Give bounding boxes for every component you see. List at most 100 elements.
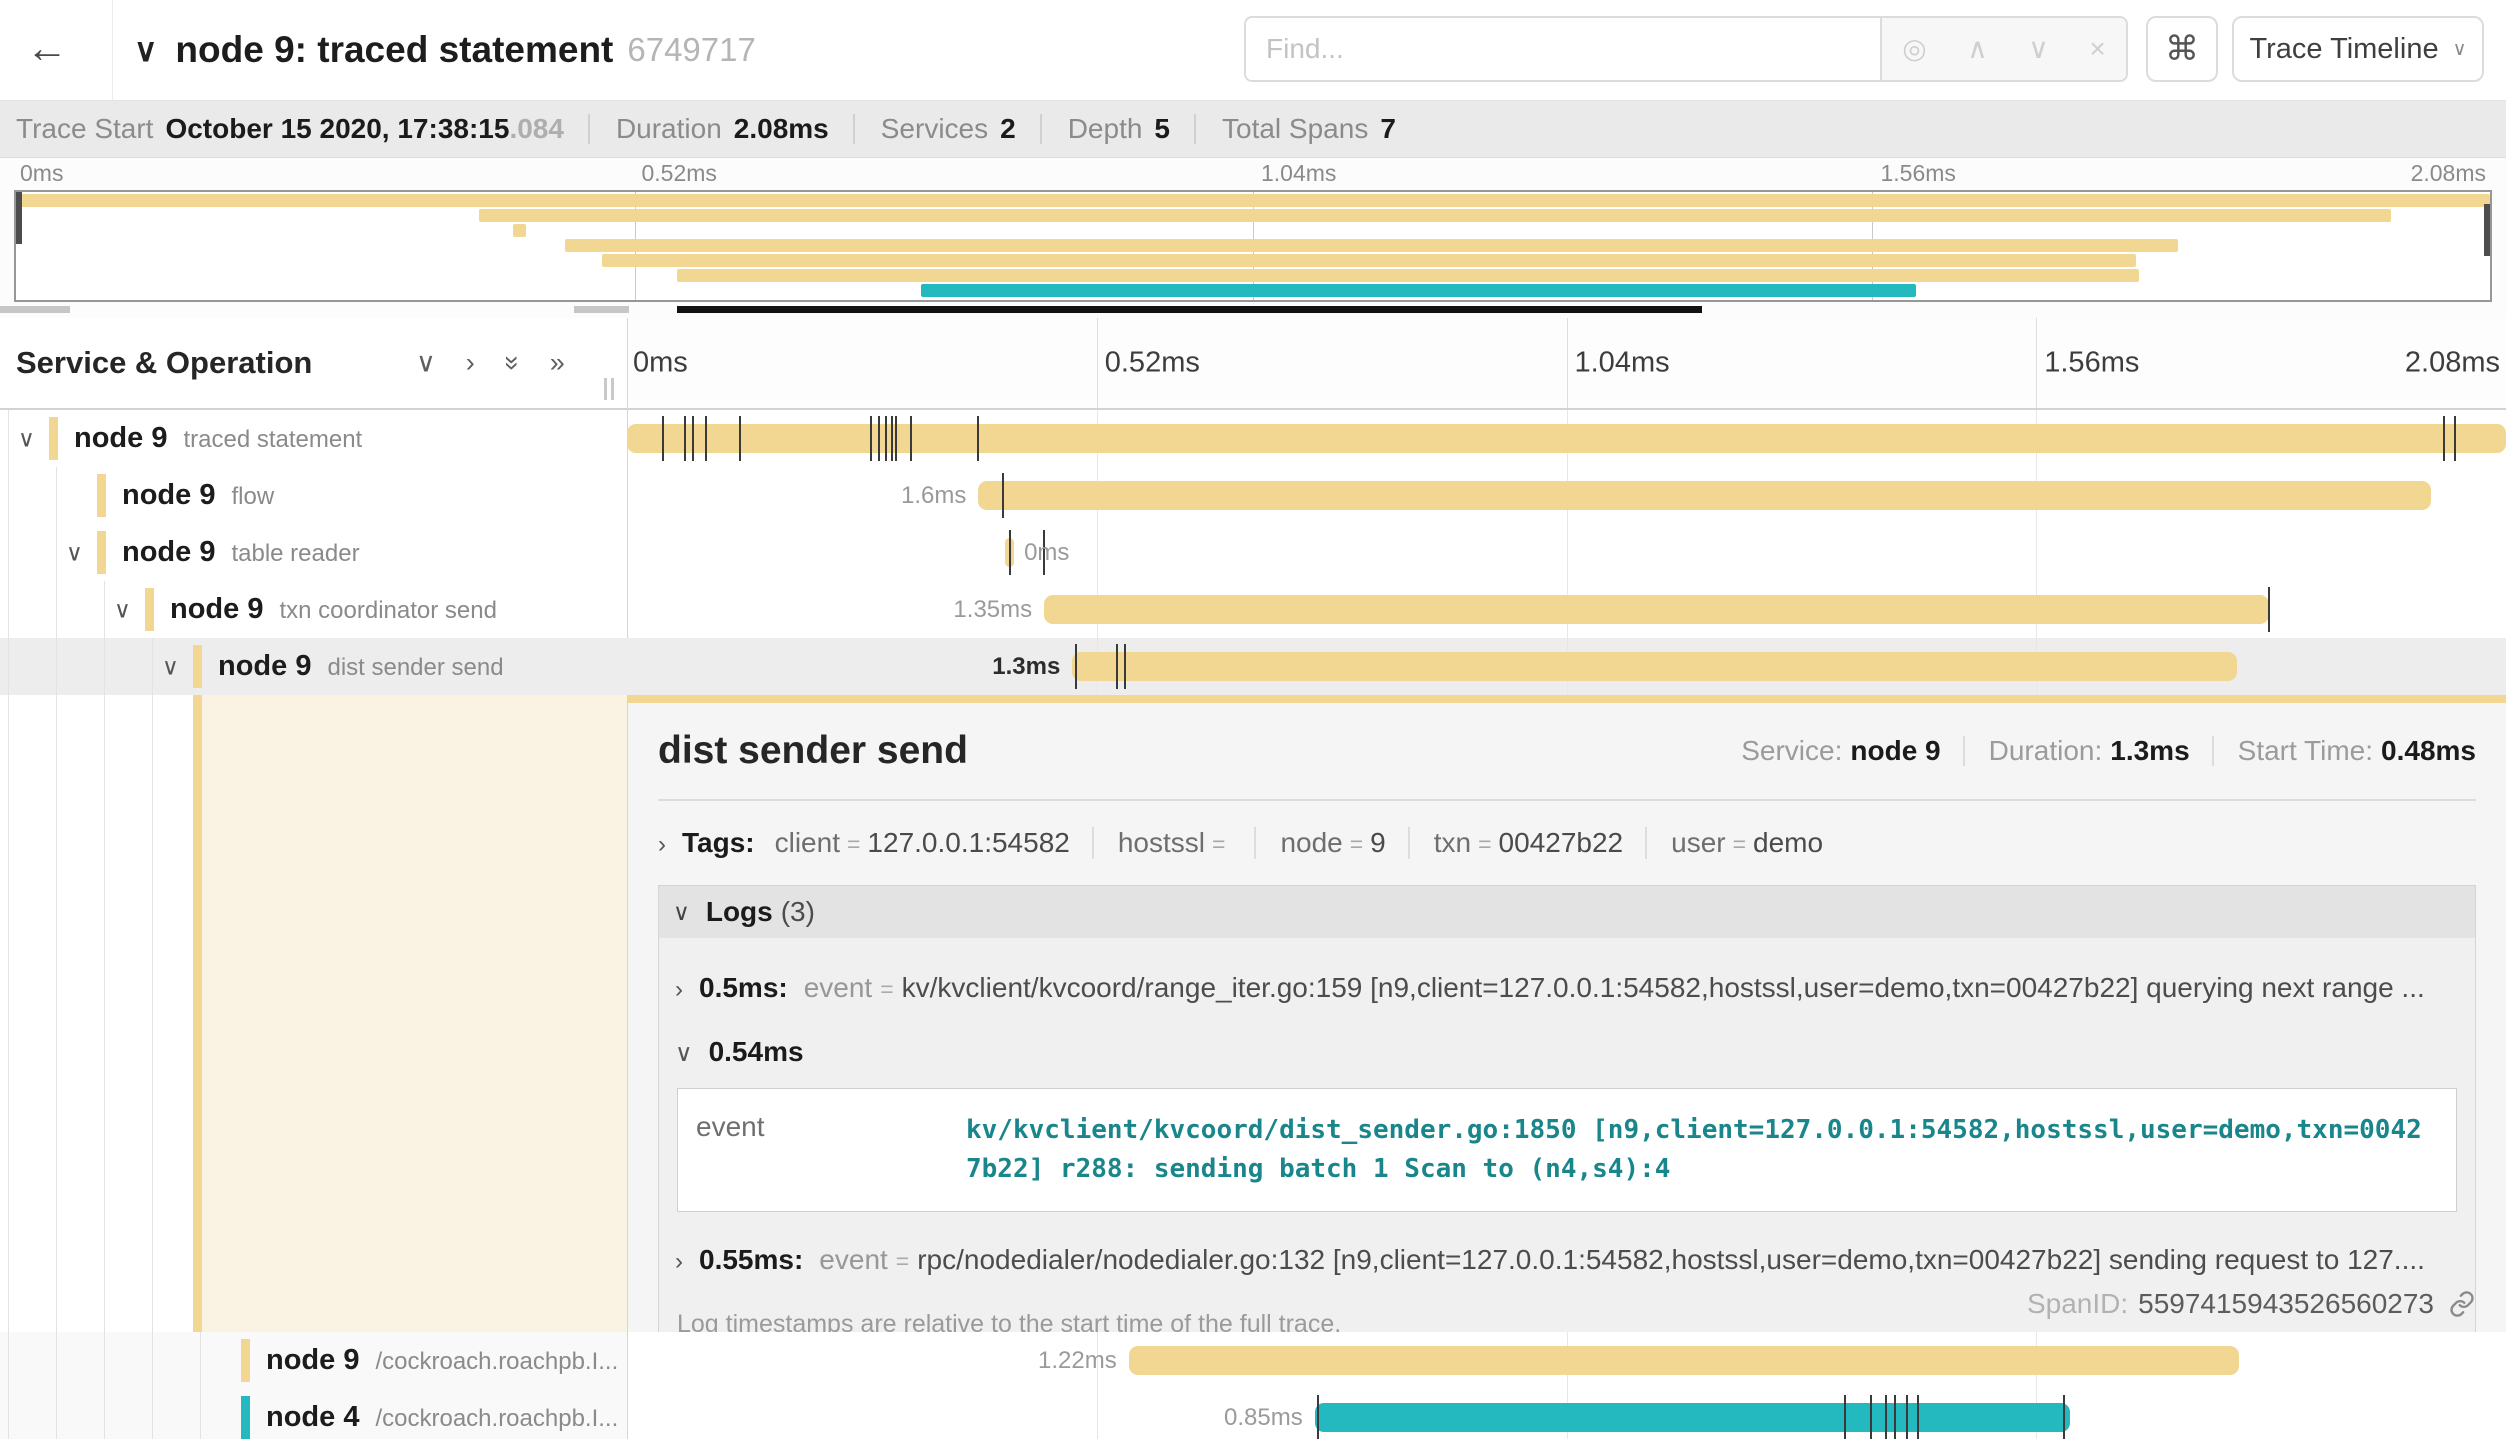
- log-tick-mark: [692, 416, 694, 461]
- scrollbar-segment[interactable]: [574, 306, 629, 313]
- log-expander-icon[interactable]: ›: [675, 1248, 683, 1276]
- match-target-icon[interactable]: ◎: [1902, 35, 1926, 63]
- expand-all-icon[interactable]: »: [550, 348, 565, 379]
- span-row[interactable]: ∨node 9table reader0ms: [0, 524, 2506, 581]
- tag-equals: =: [847, 831, 860, 857]
- span-collapse-icon[interactable]: ∨: [18, 427, 35, 450]
- log-entry[interactable]: › 0.55ms: event = rpc/nodedialer/nodedia…: [675, 1244, 2459, 1276]
- prev-match-icon[interactable]: ∧: [1967, 35, 1988, 63]
- minimap-row: [16, 193, 2490, 208]
- logs-header[interactable]: ∨ Logs (3): [659, 886, 2475, 938]
- log-expander-icon[interactable]: ∨: [675, 1039, 693, 1068]
- span-duration-bar[interactable]: [978, 481, 2430, 510]
- summary-item-value: 5: [1154, 114, 1170, 144]
- time-axis-label: 0.52ms: [642, 160, 717, 187]
- operation-name: dist sender send: [327, 654, 503, 681]
- span-row-timeline-cell[interactable]: 0ms: [627, 524, 2506, 581]
- expand-one-icon[interactable]: ›: [466, 348, 475, 379]
- span-row[interactable]: ∨node 9txn coordinator send1.35ms: [0, 581, 2506, 638]
- span-row[interactable]: ∨node 9traced statement: [0, 410, 2506, 467]
- indent-guide: [104, 1332, 105, 1389]
- span-row[interactable]: node 9/cockroach.roachpb.I... 1.22ms: [0, 1332, 2506, 1389]
- tag-value: 00427b22: [1499, 827, 1624, 858]
- tags-expander-icon[interactable]: ›: [658, 831, 666, 859]
- span-collapse-icon[interactable]: ∨: [162, 655, 179, 678]
- span-row[interactable]: ∨ node 9 dist sender send 1.3ms: [0, 638, 2506, 695]
- tag-value: demo: [1753, 827, 1823, 858]
- span-row-name-cell[interactable]: ∨node 9txn coordinator send: [0, 581, 627, 638]
- log-timestamp: 0.54ms: [709, 1036, 804, 1068]
- span-row-name-cell[interactable]: ∨node 9table reader: [0, 524, 627, 581]
- indent-guide: [8, 524, 9, 581]
- scrollbar-segment[interactable]: [677, 306, 1702, 313]
- log-entry-expanded-header[interactable]: ∨ 0.54ms: [675, 1036, 2459, 1068]
- log-tick-mark: [1870, 1395, 1872, 1439]
- summary-item: Services2: [853, 114, 1016, 144]
- header-divider: [112, 0, 113, 100]
- log-kv-key: event: [696, 1111, 966, 1189]
- span-row-name-cell[interactable]: node 9/cockroach.roachpb.I...: [0, 1332, 627, 1389]
- link-icon[interactable]: [2448, 1290, 2476, 1318]
- span-detail-indent-column: [0, 695, 627, 1332]
- span-row-name-cell[interactable]: ∨node 9traced statement: [0, 410, 627, 467]
- timeline-axis-header: 0ms0.52ms1.04ms1.56ms2.08ms: [627, 318, 2506, 408]
- service-color-chip: [241, 1339, 250, 1382]
- back-arrow-icon[interactable]: ←: [26, 24, 68, 72]
- indent-guide: [104, 638, 105, 695]
- log-tick-mark: [1002, 473, 1004, 518]
- collapse-one-icon[interactable]: ∨: [416, 348, 436, 379]
- trace-collapse-icon[interactable]: ∨: [134, 31, 157, 69]
- span-row-timeline-cell[interactable]: 1.22ms: [627, 1332, 2506, 1389]
- collapse-all-icon[interactable]: »: [497, 355, 528, 370]
- meta-label: Duration:: [1989, 735, 2103, 766]
- span-row[interactable]: node 4/cockroach.roachpb.I...0.85ms: [0, 1389, 2506, 1439]
- summary-item-label: Trace Start: [16, 114, 153, 144]
- tag-key: node: [1280, 827, 1342, 858]
- minimap-canvas[interactable]: [14, 190, 2492, 302]
- span-row-timeline-cell[interactable]: 1.3ms: [627, 638, 2506, 695]
- tag-equals: =: [1733, 831, 1746, 857]
- span-row-name-cell[interactable]: node 4/cockroach.roachpb.I...: [0, 1389, 627, 1439]
- span-duration-bar[interactable]: [1044, 595, 2269, 624]
- span-row[interactable]: node 9flow1.6ms: [0, 467, 2506, 524]
- column-resizer-handle[interactable]: [604, 378, 614, 400]
- tags-row[interactable]: › Tags: client=127.0.0.1:54582hostssl=no…: [658, 827, 2476, 859]
- span-duration-label: 1.22ms: [1038, 1347, 1117, 1375]
- log-entry[interactable]: › 0.5ms: event = kv/kvclient/kvcoord/ran…: [675, 972, 2459, 1004]
- span-row-timeline-cell[interactable]: 1.6ms: [627, 467, 2506, 524]
- logs-body: › 0.5ms: event = kv/kvclient/kvcoord/ran…: [659, 938, 2475, 1332]
- minimap-scrollbar[interactable]: [0, 306, 2506, 314]
- view-select-button[interactable]: Trace Timeline ∨: [2232, 16, 2484, 82]
- log-tick-mark: [1075, 644, 1077, 689]
- span-row-timeline-cell[interactable]: 1.35ms: [627, 581, 2506, 638]
- indent-guide: [152, 1332, 153, 1389]
- span-row-name-cell[interactable]: node 9flow: [0, 467, 627, 524]
- span-collapse-icon[interactable]: ∨: [114, 598, 131, 621]
- minimap-left-drag-handle[interactable]: [16, 192, 22, 244]
- minimap-right-drag-handle[interactable]: [2484, 204, 2490, 256]
- tag-equals: =: [1212, 831, 1225, 857]
- log-tick-mark: [1124, 644, 1126, 689]
- log-expander-icon[interactable]: ›: [675, 976, 683, 1004]
- log-tick-mark: [1009, 530, 1011, 575]
- minimap-row: [16, 283, 2490, 298]
- span-duration-bar[interactable]: [1129, 1346, 2239, 1375]
- service-name: node 9: [218, 650, 311, 682]
- log-tick-mark: [977, 416, 979, 461]
- next-match-icon[interactable]: ∨: [2028, 35, 2049, 63]
- span-row-timeline-cell[interactable]: 0.85ms: [627, 1389, 2506, 1439]
- tree-collapse-controls: ∨ › » »: [416, 348, 565, 379]
- span-rows-top: ∨node 9traced statementnode 9flow1.6ms∨n…: [0, 410, 2506, 695]
- service-operation-header: Service & Operation ∨›»»: [0, 318, 627, 408]
- clear-search-icon[interactable]: ×: [2089, 35, 2105, 63]
- keyboard-shortcuts-button[interactable]: ⌘: [2146, 16, 2218, 82]
- scrollbar-segment[interactable]: [0, 306, 70, 313]
- find-input[interactable]: [1244, 16, 1880, 82]
- span-row-name-cell[interactable]: ∨ node 9 dist sender send: [0, 638, 627, 695]
- span-duration-bar[interactable]: [1072, 652, 2237, 681]
- span-row-timeline-cell[interactable]: [627, 410, 2506, 467]
- find-button-group: ◎ ∧ ∨ ×: [1880, 16, 2128, 82]
- span-duration-bar[interactable]: [1315, 1403, 2070, 1432]
- span-collapse-icon[interactable]: ∨: [66, 541, 83, 564]
- gridline: [1097, 318, 1098, 408]
